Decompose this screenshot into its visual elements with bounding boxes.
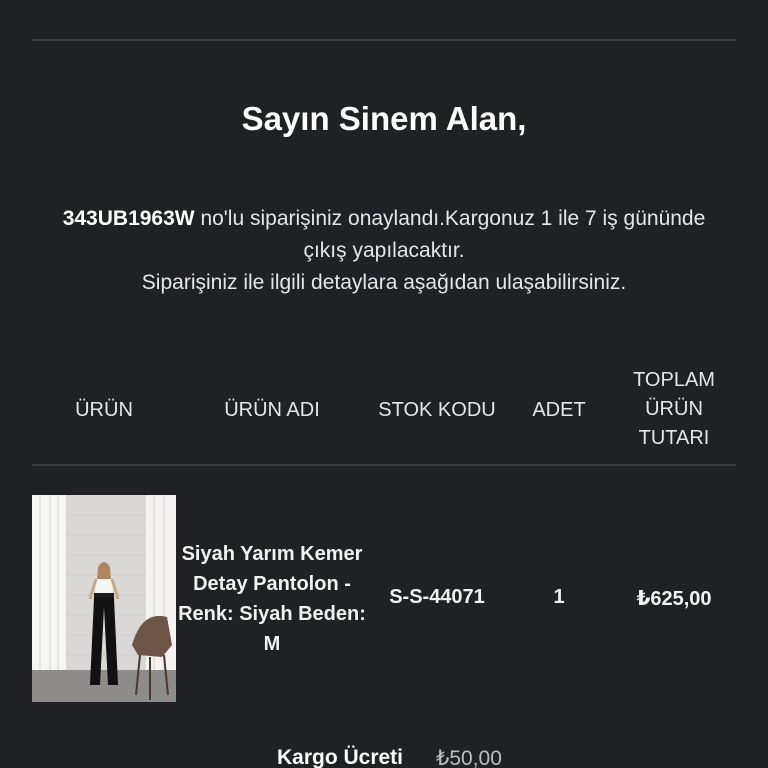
table-header-divider [32, 464, 736, 466]
shipping-fee-value: ₺50,00 [436, 747, 502, 768]
product-name[interactable]: Siyah Yarım Kemer Detay Pantolon - Renk:… [178, 539, 366, 659]
product-stock-code: S-S-44071 [389, 586, 485, 608]
header-product: ÜRÜN [75, 399, 133, 421]
product-total: ₺625,00 [636, 588, 712, 610]
product-image[interactable] [32, 495, 176, 702]
top-divider [32, 39, 736, 41]
header-total: TOPLAM ÜRÜN TUTARI [633, 369, 715, 449]
details-text: Siparişiniz ile ilgili detaylara aşağıda… [141, 271, 627, 294]
header-product-name: ÜRÜN ADI [224, 399, 320, 421]
shipping-fee-label: Kargo Ücreti [276, 746, 403, 768]
greeting-heading: Sayın Sinem Alan, [241, 100, 527, 137]
order-number: 343UB1963W [62, 207, 195, 230]
confirmation-text: no'lu siparişiniz onaylandı.Kargonuz 1 i… [194, 207, 706, 262]
order-confirmation-email: Sayın Sinem Alan, 343UB1963W no'lu sipar… [0, 0, 768, 768]
header-stock-code: STOK KODU [378, 399, 496, 421]
header-quantity: ADET [532, 399, 586, 421]
confirmation-message: 343UB1963W no'lu siparişiniz onaylandı.K… [40, 203, 728, 299]
product-quantity: 1 [553, 586, 565, 608]
product-photo-illustration [32, 495, 176, 702]
